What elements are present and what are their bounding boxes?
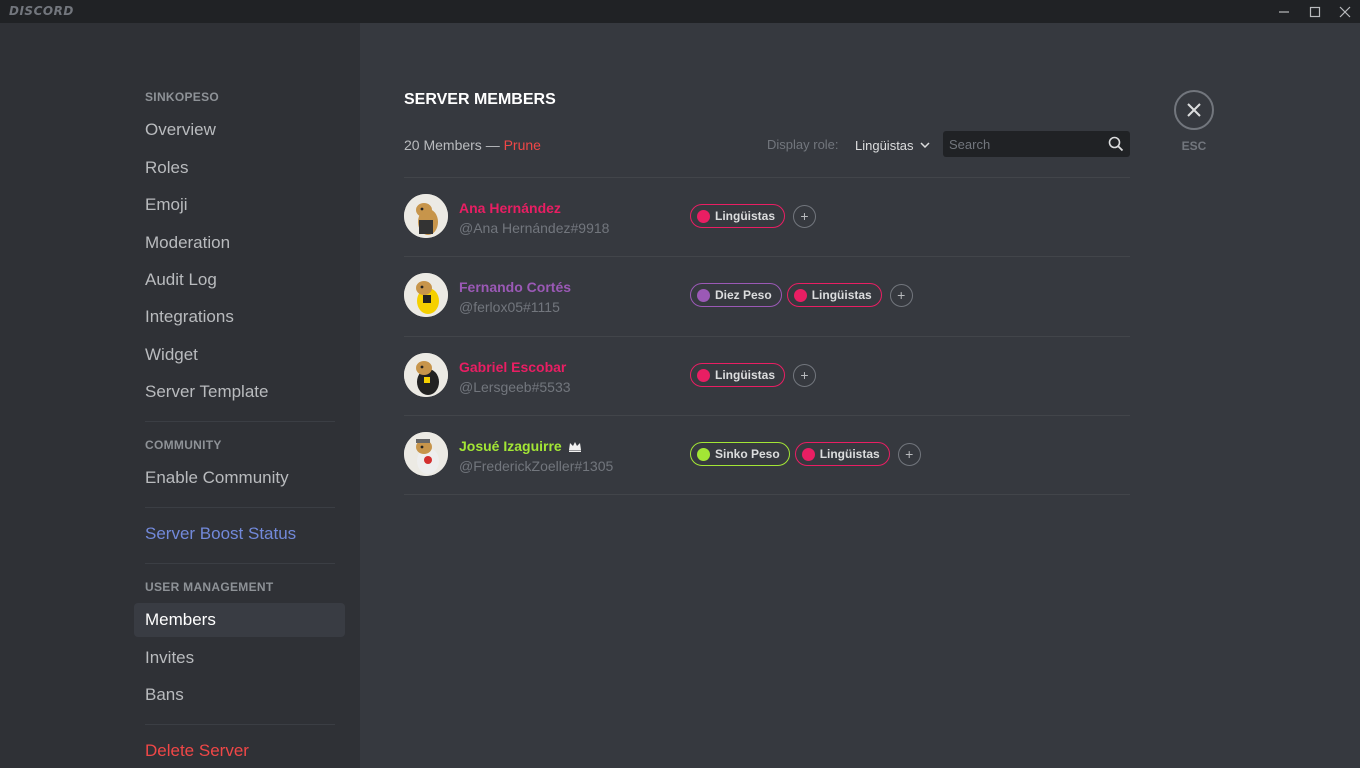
maximize-icon — [1309, 6, 1321, 17]
member-row[interactable]: Josué Izaguirre @FrederickZoeller#1305 S… — [404, 416, 1130, 494]
role-color-dot[interactable] — [801, 447, 815, 461]
role-pill[interactable]: Lingüistas — [786, 283, 882, 307]
doge-avatar-icon — [404, 432, 448, 476]
display-role-dropdown[interactable]: Lingüistas — [855, 135, 930, 155]
member-name: Josué Izaguirre — [459, 438, 582, 454]
add-role-button[interactable]: + — [897, 442, 921, 466]
settings-sidebar: SINKOPESO Overview Roles Emoji Moderatio… — [0, 23, 360, 768]
role-pill[interactable]: Sinko Peso — [690, 442, 790, 466]
role-color-dot[interactable] — [793, 288, 807, 302]
sidebar-item-bans[interactable]: Bans — [134, 678, 345, 712]
member-tag: @Lersgeeb#5533 — [459, 379, 571, 395]
sidebar-item-server-boost-status[interactable]: Server Boost Status — [134, 517, 345, 551]
role-color-dot[interactable] — [697, 368, 710, 382]
add-role-button[interactable]: + — [793, 204, 817, 228]
doge-avatar-icon — [404, 353, 448, 397]
avatar[interactable] — [404, 432, 448, 476]
minimize-icon — [1279, 10, 1289, 13]
member-name: Fernando Cortés — [459, 279, 572, 295]
title-bar: DISCORD — [0, 0, 1360, 23]
role-pill[interactable]: Lingüistas — [690, 363, 786, 387]
user-management-header: USER MANAGEMENT — [145, 580, 274, 594]
member-row[interactable]: Ana Hernández @Ana Hernández#9918 Lingüi… — [404, 178, 1130, 256]
member-roles: Lingüistas + — [690, 204, 817, 228]
member-row[interactable]: Gabriel Escobar @Lersgeeb#5533 Lingüista… — [404, 337, 1130, 415]
minimize-button[interactable] — [1269, 0, 1299, 23]
member-name: Ana Hernández — [459, 200, 561, 216]
esc-control: ESC — [1174, 90, 1214, 153]
display-role-label: Display role: — [767, 137, 839, 152]
member-tag: @FrederickZoeller#1305 — [459, 458, 614, 474]
sidebar-item-emoji[interactable]: Emoji — [134, 188, 345, 222]
member-tag: @ferlox05#1115 — [459, 299, 560, 315]
add-role-button[interactable]: + — [793, 363, 817, 387]
sidebar-divider — [145, 421, 335, 422]
role-pill[interactable]: Lingüistas — [794, 442, 890, 466]
role-color-dot[interactable] — [697, 447, 710, 461]
member-roles: Lingüistas + — [690, 363, 817, 387]
search-input[interactable] — [943, 131, 1103, 157]
role-pill[interactable]: Lingüistas — [690, 204, 786, 228]
sidebar-item-delete-server[interactable]: Delete Server — [134, 734, 345, 768]
member-roles: Sinko Peso Lingüistas + — [690, 442, 921, 466]
row-divider — [404, 494, 1130, 495]
role-color-dot[interactable] — [697, 288, 710, 302]
esc-label: ESC — [1181, 139, 1207, 153]
close-settings-button[interactable] — [1174, 90, 1214, 130]
avatar[interactable] — [404, 273, 448, 317]
close-icon — [1339, 6, 1351, 17]
sidebar-item-server-template[interactable]: Server Template — [134, 375, 345, 409]
page-title: SERVER MEMBERS — [404, 91, 556, 108]
add-role-button[interactable]: + — [889, 283, 913, 307]
member-count-text: 20 Members — — [404, 137, 500, 153]
member-roles: Diez Peso Lingüistas + — [690, 283, 913, 307]
sidebar-item-overview[interactable]: Overview — [134, 113, 345, 147]
member-count: 20 Members — Prune — [404, 137, 541, 153]
member-name: Gabriel Escobar — [459, 359, 567, 375]
avatar[interactable] — [404, 353, 448, 397]
role-color-dot[interactable] — [697, 209, 710, 223]
sidebar-divider — [145, 563, 335, 564]
doge-avatar-icon — [404, 194, 448, 238]
sidebar-item-enable-community[interactable]: Enable Community — [134, 461, 345, 495]
sidebar-item-roles[interactable]: Roles — [134, 151, 345, 185]
member-search — [943, 131, 1130, 157]
sidebar-divider — [145, 724, 335, 725]
sidebar-item-widget[interactable]: Widget — [134, 338, 345, 372]
close-icon — [1187, 103, 1201, 117]
search-icon[interactable] — [1108, 136, 1124, 152]
sidebar-item-integrations[interactable]: Integrations — [134, 300, 345, 334]
discord-logo: DISCORD — [9, 4, 74, 18]
sidebar-item-moderation[interactable]: Moderation — [134, 226, 345, 260]
close-window-button[interactable] — [1330, 0, 1360, 23]
crown-icon — [568, 441, 581, 452]
maximize-button[interactable] — [1300, 0, 1330, 23]
members-panel: SERVER MEMBERS 20 Members — Prune Displa… — [360, 23, 1360, 768]
prune-link[interactable]: Prune — [504, 137, 541, 153]
avatar[interactable] — [404, 194, 448, 238]
sidebar-item-members[interactable]: Members — [134, 603, 345, 637]
member-tag: @Ana Hernández#9918 — [459, 220, 610, 236]
doge-avatar-icon — [404, 273, 448, 317]
role-pill[interactable]: Diez Peso — [690, 283, 782, 307]
display-role-value: Lingüistas — [855, 137, 914, 153]
member-row[interactable]: Fernando Cortés @ferlox05#1115 Diez Peso… — [404, 257, 1130, 335]
chevron-down-icon — [920, 142, 930, 148]
sidebar-item-invites[interactable]: Invites — [134, 641, 345, 675]
sidebar-divider — [145, 507, 335, 508]
community-header: COMMUNITY — [145, 438, 222, 452]
server-name-header: SINKOPESO — [145, 90, 220, 104]
sidebar-item-audit-log[interactable]: Audit Log — [134, 263, 345, 297]
